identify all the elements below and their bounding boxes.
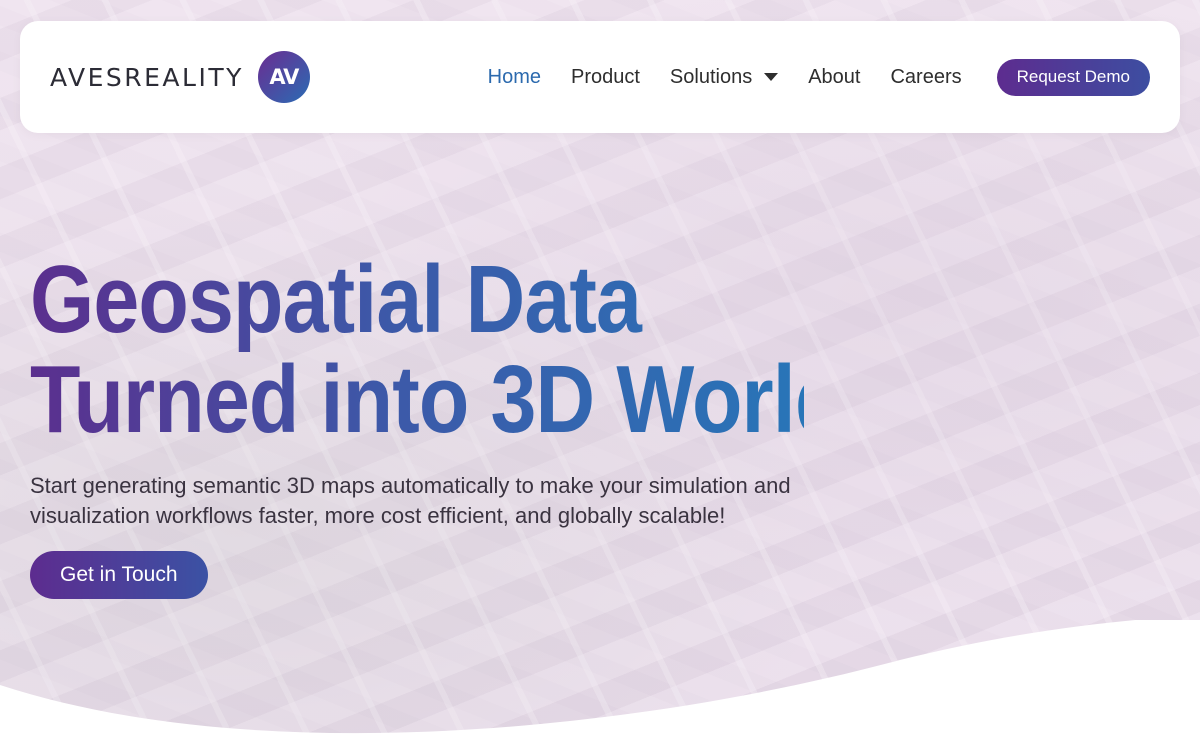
hero-bottom-wave <box>0 620 1200 750</box>
nav-item-about[interactable]: About <box>808 66 860 89</box>
nav-item-product[interactable]: Product <box>571 66 640 89</box>
hero-title-line-1: Geospatial Data <box>30 246 642 353</box>
chevron-down-icon <box>764 73 779 81</box>
hero-subtitle: Start generating semantic 3D maps automa… <box>30 473 791 528</box>
logo-mark-icon: AV <box>257 51 310 103</box>
get-in-touch-button[interactable]: Get in Touch <box>30 551 208 599</box>
hero-title: Geospatial Data Turned into 3D Worlds <box>30 250 804 450</box>
nav-item-home[interactable]: Home <box>488 66 541 89</box>
nav-item-careers[interactable]: Careers <box>890 66 961 89</box>
nav-item-solutions-label: Solutions <box>669 65 753 88</box>
logo-wordmark: AVESREALITY <box>50 62 244 92</box>
hero-title-line-2: Turned into 3D Worlds <box>30 346 890 453</box>
request-demo-button[interactable]: Request Demo <box>996 58 1150 96</box>
main-nav: Home Product Solutions About Careers Req… <box>458 58 1150 96</box>
nav-item-solutions[interactable]: Solutions <box>669 65 779 89</box>
navbar: AVESREALITY AV Home Product Solutions Ab… <box>20 21 1180 133</box>
logo[interactable]: AVESREALITY AV <box>50 51 310 103</box>
